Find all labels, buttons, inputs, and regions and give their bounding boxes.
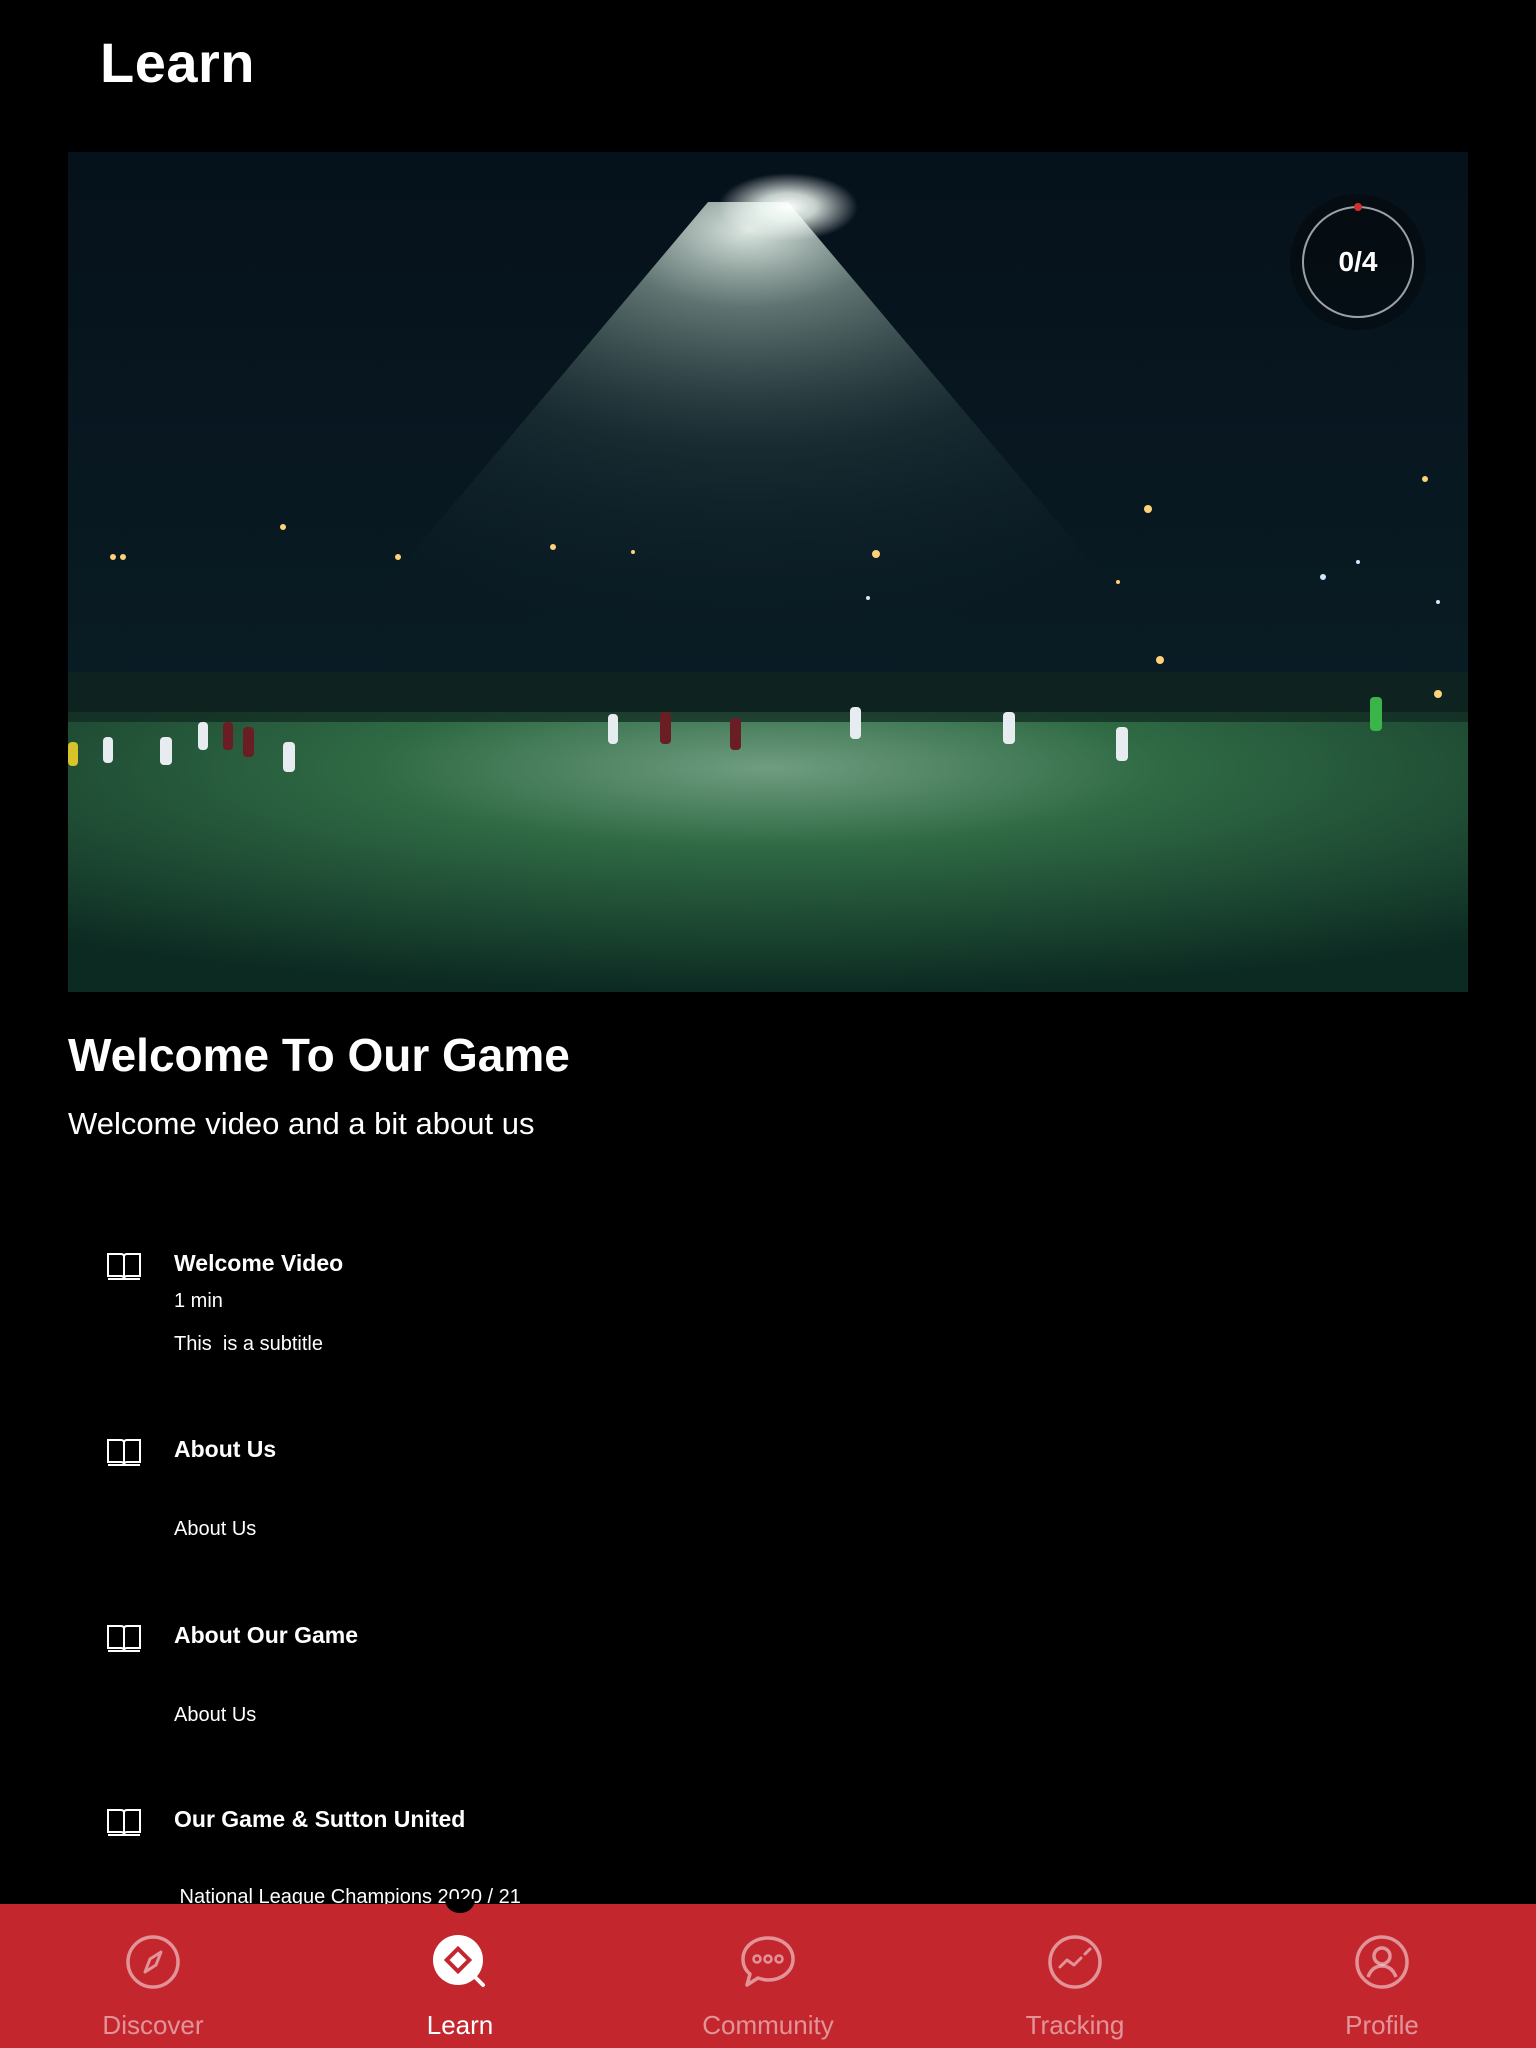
nav-item-learn[interactable]: Learn: [360, 1904, 560, 2048]
nav-label: Community: [702, 2010, 834, 2040]
module-subtitle: Welcome video and a bit about us: [68, 1106, 535, 1141]
compass-icon: [126, 1935, 180, 1989]
book-icon: [107, 1809, 141, 1836]
book-icon: [107, 1625, 141, 1652]
nav-label: Discover: [102, 2010, 204, 2040]
chat-bubble-icon: [741, 1936, 795, 1987]
bottom-nav: Discover Learn Community Tracking Profil…: [0, 1904, 1536, 2048]
lesson-description: About Us: [174, 1704, 257, 1726]
lesson-title: About Our Game: [174, 1622, 359, 1648]
lesson-title: Welcome Video: [174, 1250, 344, 1276]
book-icon: [107, 1439, 141, 1466]
nav-label: Tracking: [1025, 2010, 1125, 2040]
lesson-title: Our Game & Sutton United: [174, 1806, 466, 1832]
lesson-duration: 1 min: [174, 1290, 223, 1312]
lesson-title: About Us: [174, 1436, 277, 1462]
progress-label: 0/4: [1338, 246, 1378, 277]
nav-label: Learn: [426, 2010, 494, 2040]
module-title: Welcome To Our Game: [68, 1029, 570, 1081]
nav-item-profile[interactable]: Profile: [1282, 1904, 1482, 2048]
learn-search-icon: [433, 1935, 485, 1987]
lesson-description: About Us: [174, 1518, 257, 1540]
page-title: Learn: [100, 31, 255, 94]
lesson-description: This is a subtitle: [174, 1333, 323, 1355]
hero-image[interactable]: [68, 152, 1468, 992]
book-icon: [107, 1253, 141, 1280]
tracking-chart-icon: [1048, 1935, 1102, 1989]
nav-item-community[interactable]: Community: [668, 1904, 868, 2048]
nav-item-discover[interactable]: Discover: [53, 1904, 253, 2048]
pitch-illustration: [68, 152, 1468, 992]
nav-label: Profile: [1345, 2010, 1419, 2040]
user-icon: [1355, 1935, 1409, 1989]
learn-screen: Learn 0/4 Welcome To Our Game Welcome vi…: [0, 0, 1536, 2048]
nav-item-tracking[interactable]: Tracking: [975, 1904, 1175, 2048]
progress-ring: 0/4: [1289, 193, 1427, 331]
